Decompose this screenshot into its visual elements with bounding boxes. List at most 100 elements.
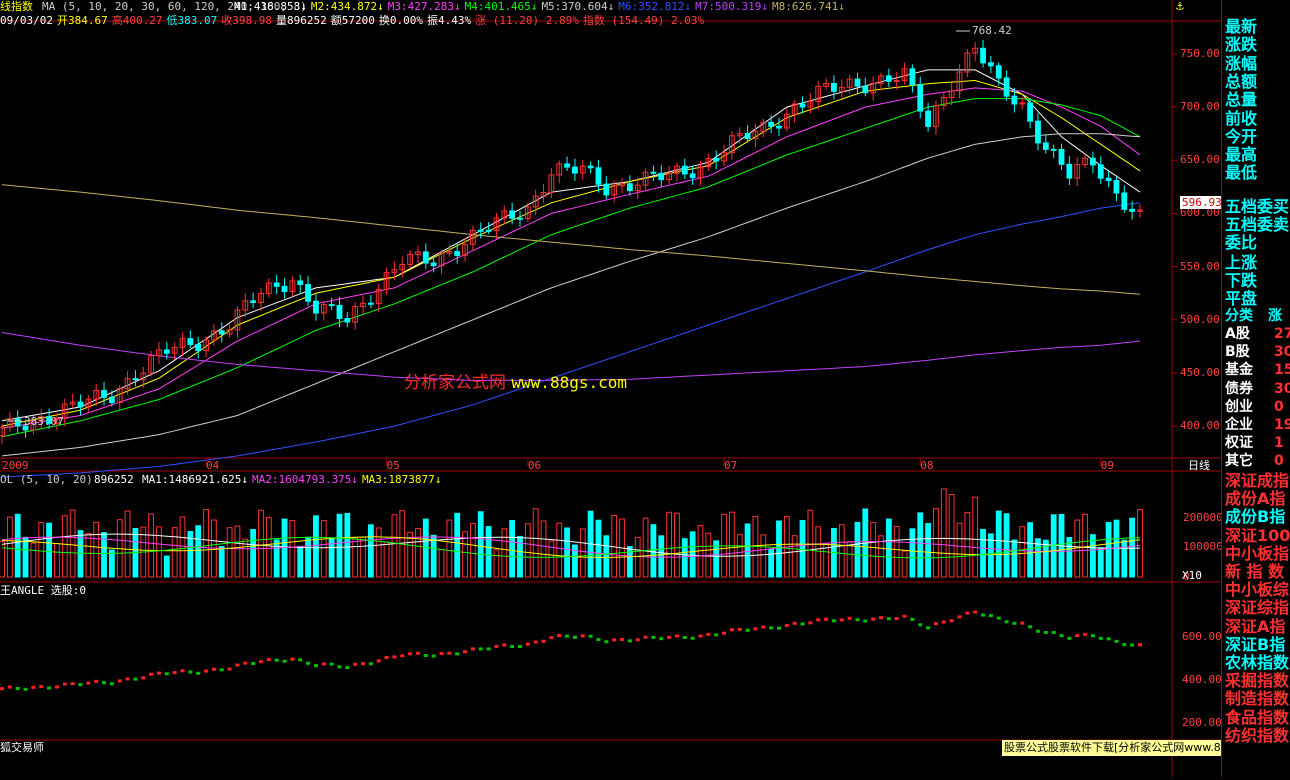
candle-down [281, 285, 288, 293]
volume-bar-up [556, 522, 563, 578]
class-name[interactable]: 其它 [1225, 452, 1253, 470]
angle-dot [486, 647, 491, 651]
ma-value: M8:626.741↓ [772, 0, 845, 13]
candle-down [995, 65, 1002, 79]
class-name[interactable]: 基金 [1225, 361, 1253, 379]
candle-down [658, 172, 665, 181]
angle-dot [1114, 639, 1119, 643]
order-label: 五档委买 [1225, 197, 1290, 216]
volume-bar-down [650, 524, 657, 578]
angle-dot [494, 644, 499, 648]
market-label: 平盘 [1225, 289, 1258, 308]
class-name[interactable]: 权证 [1225, 434, 1253, 452]
angle-dot [219, 668, 224, 672]
ma-value: M1:418.853↓ [234, 0, 307, 13]
chart-title: 线指数 [0, 0, 33, 13]
angle-dot [620, 637, 625, 641]
volume-bar-down [273, 539, 280, 578]
period-label[interactable]: 日线 [1188, 459, 1210, 472]
class-name[interactable]: B股 [1225, 343, 1250, 361]
volume-bar-up [838, 524, 845, 578]
angle-dot [722, 631, 727, 635]
volume-bar-down [776, 520, 782, 578]
quote-info-item: 09/03/02 [0, 14, 53, 27]
angle-dot [258, 660, 263, 664]
class-name[interactable]: A股 [1225, 325, 1250, 343]
candle-down [917, 84, 924, 112]
class-value: 197 [1274, 417, 1290, 433]
class-name[interactable]: 企业 [1225, 416, 1253, 434]
volume-bar-up [972, 496, 979, 578]
angle-dot [549, 636, 554, 640]
axes [1, 30, 1177, 466]
index-item[interactable]: 深证成指 [1225, 472, 1289, 490]
volume-bar-down [367, 524, 374, 578]
watermark-url: www.88gs.com [511, 373, 627, 392]
angle-dot [180, 669, 185, 673]
index-item[interactable]: 深证100 [1225, 526, 1290, 545]
angle-dot [690, 636, 695, 640]
candle-down [862, 85, 869, 94]
volume-bar-up [203, 509, 209, 578]
volume-bar-up [893, 525, 900, 578]
volume-bar-down [909, 528, 916, 578]
angle-dot [7, 685, 12, 689]
index-item[interactable]: 新 指 数 [1225, 563, 1284, 581]
angle-dot [572, 635, 577, 639]
index-item[interactable]: 成份B指 [1225, 508, 1285, 526]
angle-dot [769, 626, 774, 630]
index-item[interactable]: 中小板指 [1225, 544, 1289, 563]
volume-bar-up [156, 526, 162, 578]
quote-info-item: 额57200 [330, 14, 375, 27]
angle-dot [109, 682, 114, 686]
volume-bar-down [218, 545, 225, 578]
index-item[interactable]: 深证综指 [1225, 599, 1289, 617]
class-name[interactable]: 债券 [1225, 380, 1253, 398]
index-item[interactable]: 深证B指 [1225, 635, 1285, 654]
angle-dot [918, 623, 923, 627]
index-item[interactable]: 采掘指数 [1225, 672, 1289, 690]
quote-label: 最低 [1225, 163, 1258, 183]
volume-bar-down [658, 535, 665, 578]
volume-bar-up [375, 527, 382, 578]
volume-bar-down [626, 546, 633, 578]
volume-bar-up [226, 527, 233, 578]
volume-bar-down [689, 531, 696, 578]
index-item[interactable]: 成份A指 [1225, 490, 1285, 508]
angle-dot [831, 619, 836, 623]
angle-dot [525, 642, 530, 646]
volume-bar-down [297, 545, 304, 578]
angle-dot [659, 637, 664, 641]
angle-dot [345, 665, 350, 669]
angle-dot [926, 626, 931, 630]
angle-dot [337, 665, 342, 669]
index-item[interactable]: 农林指数 [1225, 654, 1289, 672]
angle-dot [133, 677, 138, 681]
quote-info-item: 涨 (11.20) 2.89% [475, 14, 579, 27]
volume-bar-up [124, 510, 131, 578]
index-item[interactable]: 深证A指 [1225, 617, 1285, 636]
index-item[interactable]: 制造指数 [1225, 690, 1289, 708]
angle-dot [463, 650, 468, 654]
volume-bar-up [179, 516, 186, 578]
class-name[interactable]: 创业 [1225, 398, 1253, 416]
volume-bar-down [1105, 522, 1112, 578]
ma-value: M5:370.604↓ [541, 0, 615, 13]
indicator-tick-label: 600.00 [1182, 629, 1222, 643]
candle-down [1066, 163, 1073, 179]
quote-label: 今开 [1225, 126, 1258, 146]
index-item[interactable]: 食品指数 [1225, 708, 1289, 727]
angle-dot [965, 611, 970, 615]
index-item[interactable]: 中小板综 [1225, 581, 1289, 599]
volume-bar-down [744, 523, 751, 578]
index-item[interactable]: 纺织指数 [1225, 726, 1289, 745]
angle-dot [792, 621, 797, 625]
angle-dot [973, 610, 978, 614]
class-header: 分类 [1225, 308, 1253, 324]
ma-value: M3:427.283↓ [387, 0, 461, 13]
candle-down [925, 110, 931, 127]
volume-bar-up [642, 517, 649, 578]
anchor-icon[interactable]: ⚓ [1176, 0, 1184, 13]
price-tick-label: 650.00 [1180, 153, 1220, 167]
volume-bar-up [234, 525, 241, 578]
